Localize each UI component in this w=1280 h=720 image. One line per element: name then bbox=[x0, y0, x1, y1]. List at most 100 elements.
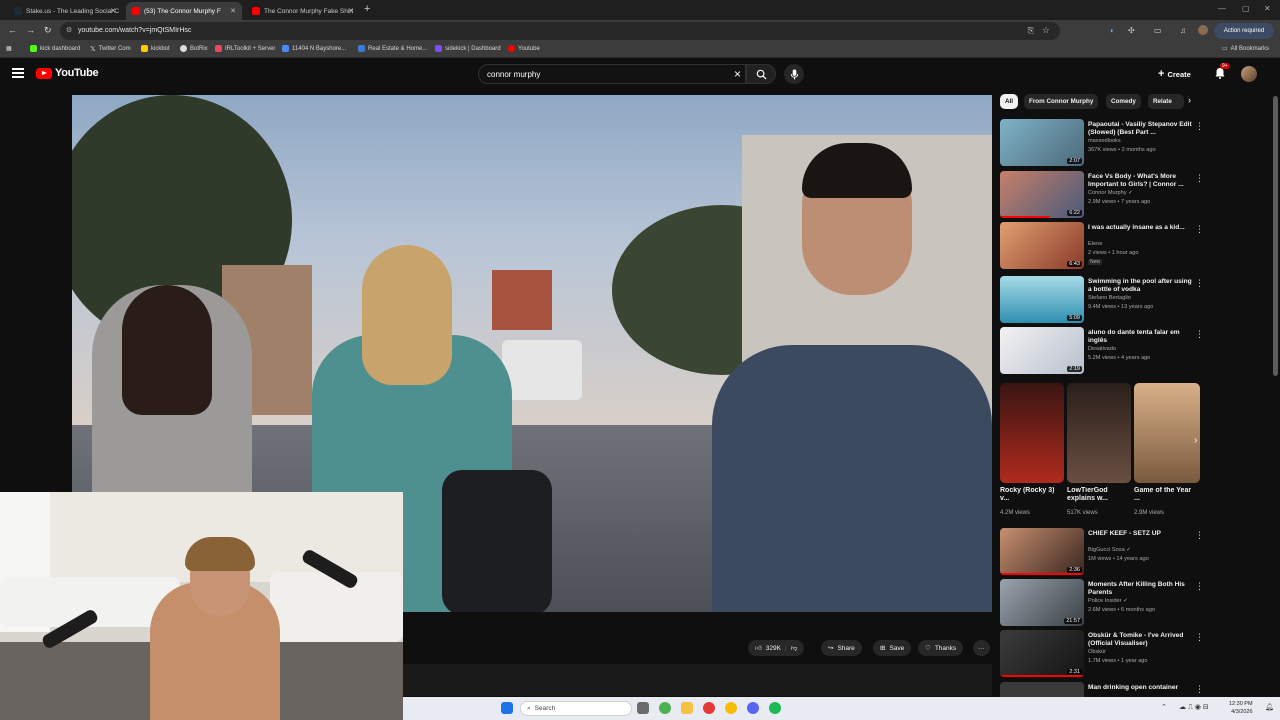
related-video[interactable]: 2:07 Papaoutai - Vasiliy Stepanov Edit (… bbox=[1000, 119, 1210, 169]
video-thumbnail[interactable] bbox=[1000, 682, 1084, 697]
tray-chevron-icon[interactable]: ⌃ bbox=[1161, 703, 1167, 711]
menu-icon[interactable] bbox=[12, 68, 24, 78]
page-scrollbar[interactable] bbox=[1273, 96, 1278, 376]
description-box[interactable] bbox=[403, 664, 992, 696]
video-title[interactable]: Man drinking open container bbox=[1088, 684, 1194, 692]
video-title[interactable]: I was actually insane as a kid... bbox=[1088, 224, 1194, 232]
channel-name[interactable]: BigGucci Sosa ✓ bbox=[1088, 547, 1131, 553]
related-video[interactable]: 21:57 Moments After Killing Both His Par… bbox=[1000, 579, 1210, 629]
related-video[interactable]: Man drinking open container ⋮ bbox=[1000, 682, 1210, 697]
extensions-puzzle-icon[interactable]: ✣ bbox=[1128, 26, 1135, 35]
back-icon[interactable]: ← bbox=[8, 25, 17, 35]
side-panel-icon[interactable]: ▭ bbox=[1154, 26, 1162, 35]
channel-name[interactable]: Police Insider ✓ bbox=[1088, 598, 1128, 604]
discord-icon[interactable] bbox=[747, 702, 759, 714]
account-avatar[interactable] bbox=[1241, 66, 1257, 82]
short-thumbnail[interactable] bbox=[1134, 383, 1200, 483]
chip-comedy[interactable]: Comedy bbox=[1106, 94, 1141, 109]
video-thumbnail[interactable]: 6:43 bbox=[1000, 222, 1084, 269]
search-input[interactable]: connor murphy × bbox=[478, 64, 746, 84]
taskbar-search[interactable]: ⌕ Search bbox=[520, 701, 632, 716]
reload-icon[interactable]: ↻ bbox=[44, 25, 52, 36]
more-vertical-icon[interactable]: ⋮ bbox=[1195, 632, 1204, 643]
new-tab-icon[interactable]: + bbox=[364, 3, 370, 15]
short-title[interactable]: LowTierGod explains w... bbox=[1067, 487, 1125, 504]
close-icon[interactable]: ✕ bbox=[110, 7, 116, 15]
bookmark-botrix[interactable]: BotRix bbox=[180, 45, 208, 52]
short-title[interactable]: Game of the Year ... bbox=[1134, 487, 1192, 504]
more-vertical-icon[interactable]: ⋮ bbox=[1195, 278, 1204, 289]
app-icon[interactable] bbox=[659, 702, 671, 714]
related-video[interactable]: 6:22 Face Vs Body - What's More Importan… bbox=[1000, 171, 1210, 221]
window-close-icon[interactable]: ✕ bbox=[1264, 4, 1271, 13]
chip-related[interactable]: Relate bbox=[1148, 94, 1184, 109]
chrome-icon[interactable] bbox=[725, 702, 737, 714]
more-vertical-icon[interactable]: ⋮ bbox=[1195, 121, 1204, 132]
chevron-right-icon[interactable]: › bbox=[1194, 435, 1197, 446]
more-vertical-icon[interactable]: ⋮ bbox=[1195, 173, 1204, 184]
spotify-icon[interactable] bbox=[769, 702, 781, 714]
browser-tab-fake-shirt[interactable]: The Connor Murphy Fake Shirt ✕ bbox=[246, 2, 360, 20]
voice-search-button[interactable] bbox=[784, 64, 804, 84]
video-title[interactable]: Face Vs Body - What's More Important to … bbox=[1088, 173, 1194, 189]
like-button[interactable]: 👍︎ 329K | 👎︎ bbox=[748, 640, 805, 656]
more-vertical-icon[interactable]: ⋮ bbox=[1195, 329, 1204, 340]
bookmark-address[interactable]: 11404 N Bayshore... bbox=[282, 45, 346, 52]
clear-search-icon[interactable]: × bbox=[734, 67, 741, 81]
channel-name[interactable]: Obskür bbox=[1088, 649, 1106, 655]
more-actions-button[interactable]: ··· bbox=[973, 640, 990, 656]
close-icon[interactable]: ✕ bbox=[230, 7, 236, 15]
short-title[interactable]: Rocky (Rocky 3) v... bbox=[1000, 487, 1058, 504]
search-button[interactable] bbox=[746, 64, 776, 84]
browser-tab-youtube-active[interactable]: (53) The Connor Murphy F ✕ bbox=[126, 2, 242, 20]
video-title[interactable]: Moments After Killing Both His Parents bbox=[1088, 581, 1194, 597]
address-bar[interactable]: ⚙ youtube.com/watch?v=jmQtSMIrHsc ⎘ ☆ bbox=[60, 22, 1060, 40]
video-thumbnail[interactable]: 2:31 bbox=[1000, 630, 1084, 677]
video-title[interactable]: CHIEF KEEF - SETZ UP bbox=[1088, 530, 1194, 538]
thumbs-down-icon[interactable]: 👎︎ bbox=[791, 644, 798, 652]
tray-icons[interactable]: ☁ ⎍ ◉ ⊟ bbox=[1179, 703, 1209, 712]
close-icon[interactable]: ✕ bbox=[348, 7, 354, 15]
action-required-button[interactable]: Action required bbox=[1214, 23, 1274, 39]
extension-icon[interactable]: ◐ bbox=[1110, 26, 1115, 35]
channel-name[interactable]: maxxedlooks bbox=[1088, 138, 1121, 144]
video-title[interactable]: Swimming in the pool after using a bottl… bbox=[1088, 278, 1194, 294]
windows-start-icon[interactable] bbox=[501, 702, 513, 714]
related-video[interactable]: 5:09 Swimming in the pool after using a … bbox=[1000, 276, 1210, 326]
channel-name[interactable]: Stefano Bertaglio bbox=[1088, 295, 1131, 301]
task-view-icon[interactable] bbox=[637, 702, 649, 714]
chevron-right-icon[interactable]: › bbox=[1188, 95, 1191, 105]
bookmark-irltoolkit[interactable]: IRLToolkit + Server bbox=[215, 45, 275, 52]
forward-icon[interactable]: → bbox=[26, 25, 35, 35]
media-controls-icon[interactable]: ♫ bbox=[1180, 26, 1186, 35]
browser-tab-stake[interactable]: Stake.us - The Leading Social C ✕ bbox=[8, 2, 122, 20]
bookmark-twitter[interactable]: 𝕏 Twitter Com bbox=[90, 45, 131, 53]
profile-avatar[interactable] bbox=[1198, 25, 1208, 35]
share-button[interactable]: ↪ Share bbox=[821, 640, 862, 656]
video-title[interactable]: Papaoutai - Vasiliy Stepanov Edit (Slowe… bbox=[1088, 121, 1194, 137]
related-video[interactable]: 2:19 aluno do dante tenta falar em inglê… bbox=[1000, 327, 1210, 377]
related-video[interactable]: 2:31 Obskür & Tomike - I've Arrived (Off… bbox=[1000, 630, 1210, 680]
short-thumbnail[interactable] bbox=[1067, 383, 1131, 483]
video-title[interactable]: Obskür & Tomike - I've Arrived (Official… bbox=[1088, 632, 1194, 648]
bookmark-real-estate[interactable]: Real Estate & Home... bbox=[358, 45, 427, 52]
more-vertical-icon[interactable]: ⋮ bbox=[1195, 581, 1204, 592]
chrome-icon[interactable] bbox=[703, 702, 715, 714]
video-thumbnail[interactable]: 5:09 bbox=[1000, 276, 1084, 323]
video-title[interactable]: aluno do dante tenta falar em inglês bbox=[1088, 329, 1194, 345]
related-video[interactable]: 6:43 I was actually insane as a kid... E… bbox=[1000, 222, 1210, 272]
chip-all[interactable]: All bbox=[1000, 94, 1019, 109]
channel-name[interactable]: Connor Murphy ✓ bbox=[1088, 190, 1133, 196]
bookmark-sidekick[interactable]: sidekick | Dashboard bbox=[435, 45, 501, 52]
channel-name[interactable]: Elene bbox=[1088, 241, 1102, 247]
video-thumbnail[interactable]: 6:22 bbox=[1000, 171, 1084, 218]
apps-grid-icon[interactable]: ▦ bbox=[6, 45, 12, 52]
more-vertical-icon[interactable]: ⋮ bbox=[1195, 224, 1204, 235]
related-video[interactable]: 2:36 CHIEF KEEF - SETZ UP BigGucci Sosa … bbox=[1000, 528, 1210, 578]
thanks-button[interactable]: ♡ Thanks bbox=[918, 640, 964, 656]
bookmark-star-icon[interactable]: ☆ bbox=[1042, 25, 1050, 36]
file-explorer-icon[interactable] bbox=[681, 702, 693, 714]
more-vertical-icon[interactable]: ⋮ bbox=[1195, 684, 1204, 695]
maximize-icon[interactable]: ▢ bbox=[1242, 4, 1250, 13]
short-thumbnail[interactable] bbox=[1000, 383, 1064, 483]
